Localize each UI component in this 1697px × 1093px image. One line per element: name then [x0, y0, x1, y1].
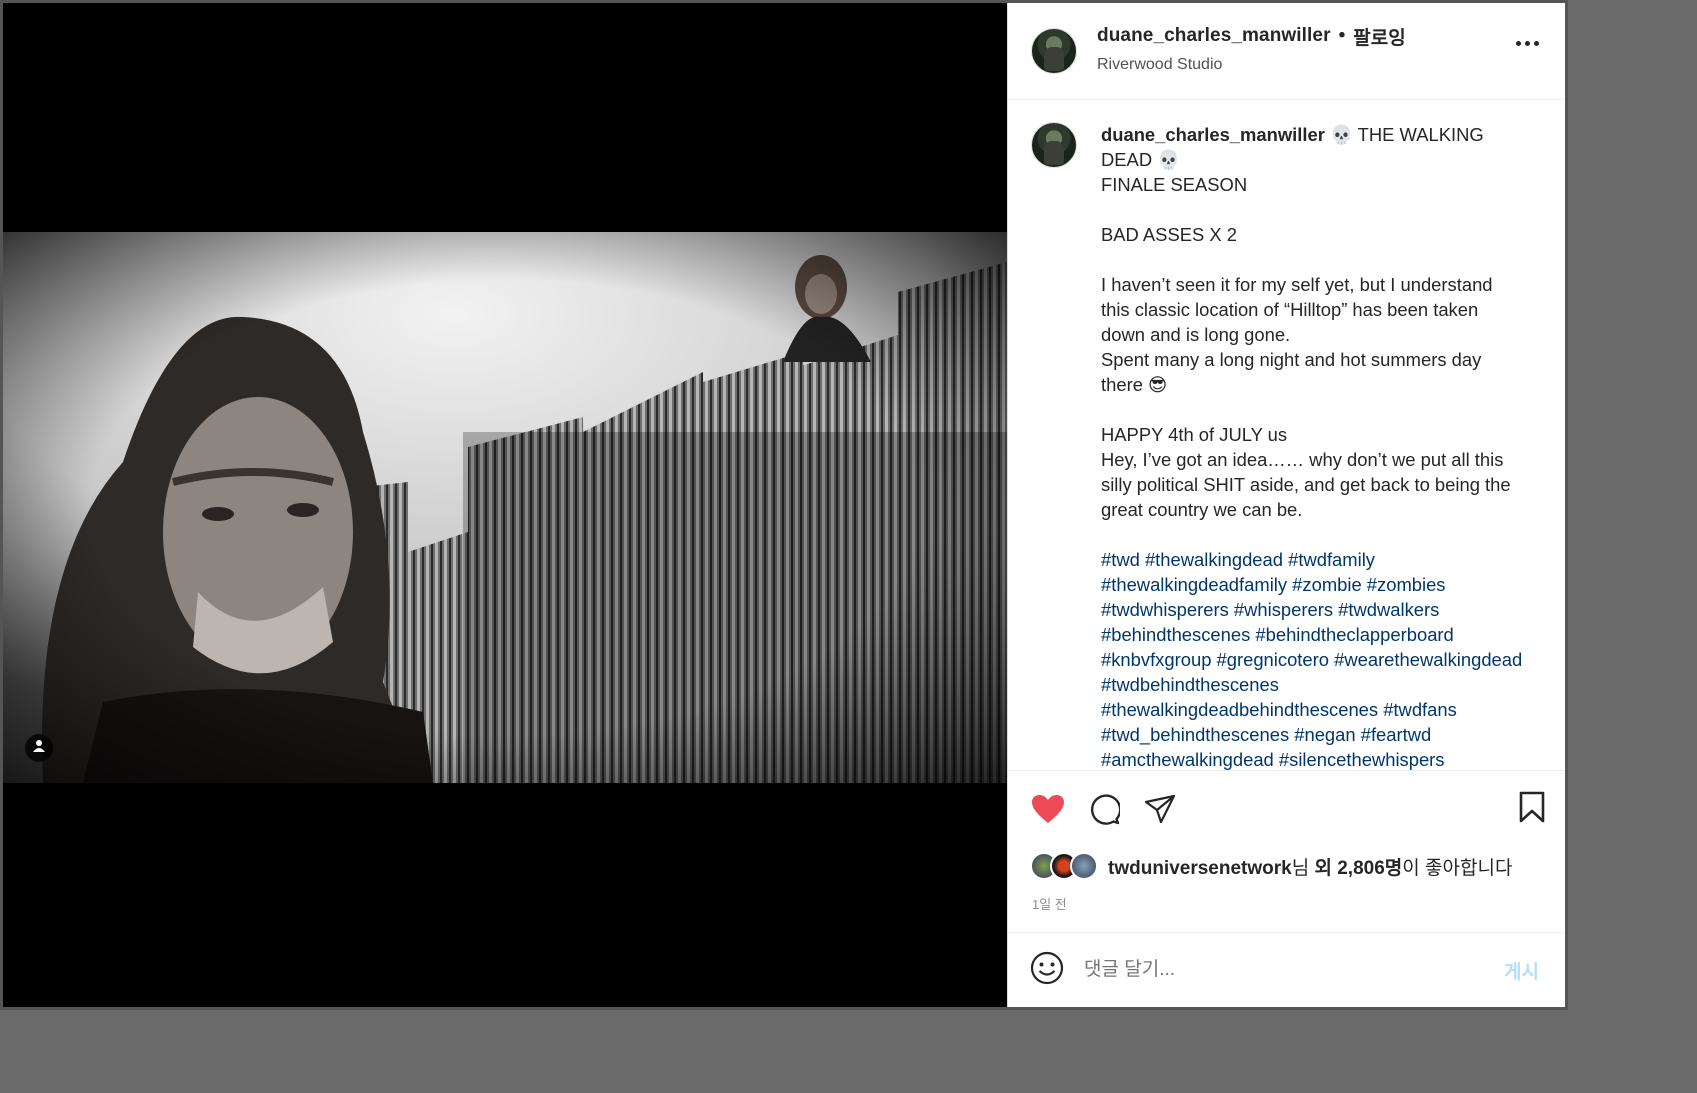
liker-username[interactable]: twduniversenetwork — [1108, 858, 1292, 879]
post-comment-button[interactable]: 게시 — [1504, 957, 1539, 984]
post-header: duane_charles_manwiller • 팔로잉 Riverwood … — [1008, 3, 1565, 100]
following-button[interactable]: 팔로잉 — [1353, 23, 1405, 50]
share-button[interactable] — [1142, 791, 1178, 827]
comment-form: 게시 — [1008, 932, 1565, 1007]
post-side-panel: duane_charles_manwiller • 팔로잉 Riverwood … — [1007, 3, 1565, 1007]
post-media — [3, 3, 1007, 1007]
action-bar — [1008, 770, 1565, 846]
separator-dot: • — [1338, 25, 1346, 46]
bookmark-icon — [1519, 791, 1545, 823]
save-button[interactable] — [1519, 791, 1545, 828]
likes-suffix-2: 이 좋아합니다 — [1402, 857, 1513, 879]
post-location[interactable]: Riverwood Studio — [1097, 56, 1406, 74]
user-tag-icon — [32, 739, 46, 758]
post-timestamp[interactable]: 1일 전 — [1008, 886, 1565, 932]
liker-avatar — [1070, 852, 1098, 880]
speech-bubble-icon — [1090, 793, 1120, 825]
author-avatar[interactable] — [1031, 28, 1077, 74]
paper-plane-icon — [1144, 794, 1176, 823]
heart-filled-icon — [1032, 794, 1064, 823]
user-tag-button[interactable] — [25, 734, 53, 762]
comment-input[interactable] — [1084, 959, 1505, 981]
caption-scroll-area[interactable]: duane_charles_manwiller 💀 THE WALKING DE… — [1008, 100, 1565, 770]
liker-avatars[interactable] — [1030, 852, 1098, 880]
likes-count-link[interactable]: 외 2,806명 — [1314, 858, 1402, 879]
caption-username[interactable]: duane_charles_manwiller — [1101, 124, 1325, 145]
emoji-button[interactable] — [1030, 951, 1064, 990]
caption-text: duane_charles_manwiller 💀 THE WALKING DE… — [1101, 122, 1526, 770]
caption-content: 💀 THE WALKING DEAD 💀 FINALE SEASON BAD A… — [1101, 124, 1511, 520]
post-photo[interactable] — [3, 232, 1007, 783]
more-options-icon[interactable] — [1516, 41, 1539, 46]
caption-hashtags[interactable]: #twd #thewalkingdead #twdfamily #thewalk… — [1101, 549, 1522, 770]
author-username[interactable]: duane_charles_manwiller — [1097, 25, 1331, 47]
comment-button[interactable] — [1086, 791, 1122, 827]
likes-summary: twduniversenetwork님 외 2,806명이 좋아합니다 — [1008, 846, 1565, 886]
smiley-icon — [1030, 951, 1064, 984]
post-modal: duane_charles_manwiller • 팔로잉 Riverwood … — [0, 0, 1568, 1010]
like-button[interactable] — [1030, 791, 1066, 827]
caption-author-avatar[interactable] — [1031, 122, 1077, 168]
photo-illustration — [3, 232, 1007, 783]
likes-suffix-1: 님 — [1291, 857, 1315, 879]
